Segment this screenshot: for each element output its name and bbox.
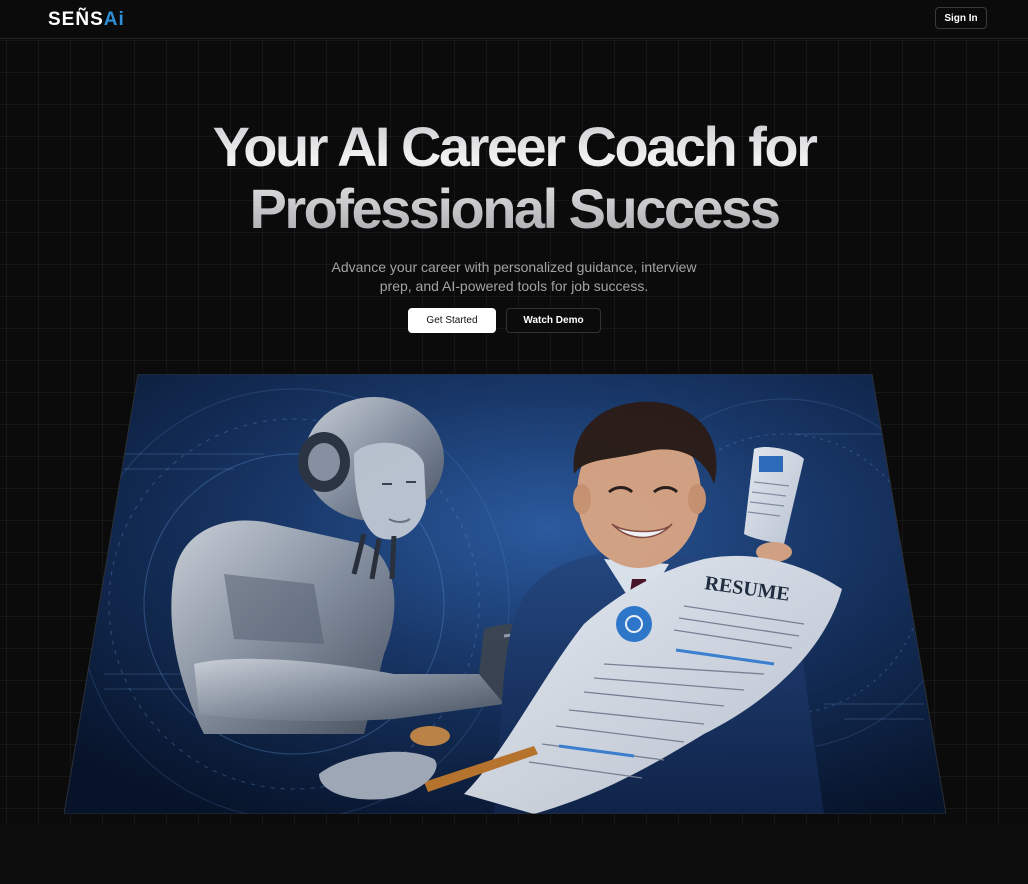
sign-in-button[interactable]: Sign In — [935, 7, 987, 29]
hero-illustration: RESUME — [64, 374, 946, 814]
footer-strip — [0, 824, 1028, 884]
site-header: SEÑS Ai Sign In — [0, 0, 1028, 39]
hero-subtitle: Advance your career with personalized gu… — [331, 259, 697, 294]
hero-banner-image: RESUME — [64, 374, 946, 814]
logo-text: SEÑS — [48, 9, 104, 30]
logo[interactable]: SEÑS Ai — [48, 9, 125, 31]
hero-title: Your AI Career Coach for Professional Su… — [100, 116, 928, 240]
hero-title-line-1: Your AI Career Coach for — [212, 115, 816, 178]
logo-accent-text: Ai — [103, 9, 125, 30]
watch-demo-button[interactable]: Watch Demo — [506, 308, 601, 333]
hero-title-line-2: Professional Success — [249, 177, 779, 240]
get-started-button[interactable]: Get Started — [408, 308, 496, 333]
